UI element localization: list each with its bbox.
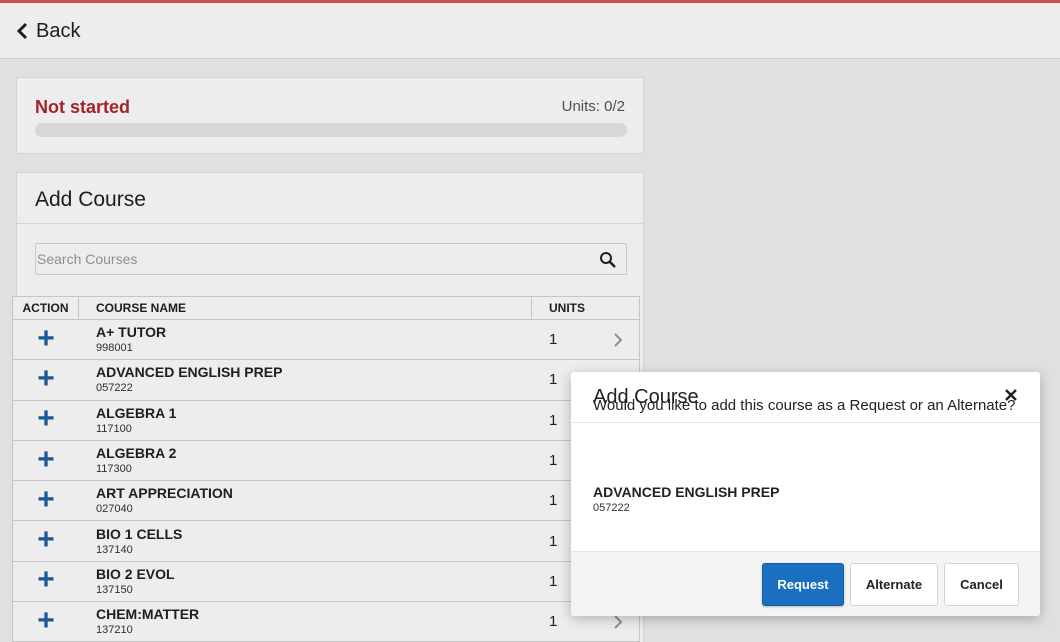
dialog-course-number: 057222 [593,502,630,514]
alternate-button[interactable]: Alternate [850,563,938,606]
dialog-question: Would you like to add this course as a R… [593,397,1016,414]
dialog-footer: Request Alternate Cancel [571,551,1040,616]
dialog-course-name: ADVANCED ENGLISH PREP [593,484,780,500]
request-button[interactable]: Request [762,563,844,606]
add-course-dialog: Add Course Would you like to add this co… [571,372,1040,616]
cancel-button[interactable]: Cancel [944,563,1019,606]
